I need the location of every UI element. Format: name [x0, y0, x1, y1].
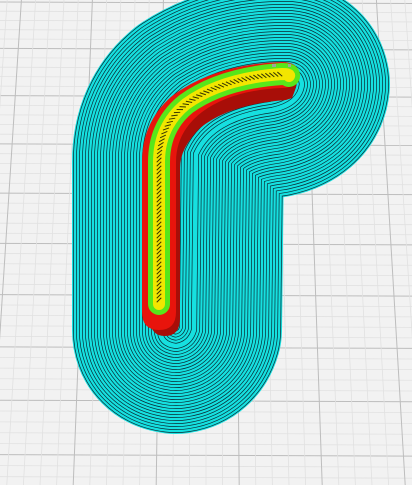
seam-marker-icon	[272, 64, 276, 67]
3d-print-preview-viewport[interactable]	[0, 0, 412, 485]
infill-line	[171, 114, 178, 117]
preview-canvas[interactable]	[0, 0, 412, 485]
grid-column-line	[0, 0, 22, 341]
seam-marker-icon	[288, 64, 291, 67]
grid-column-line	[6, 0, 36, 485]
grid-column-line	[39, 0, 65, 485]
grid-column-line	[23, 0, 51, 485]
